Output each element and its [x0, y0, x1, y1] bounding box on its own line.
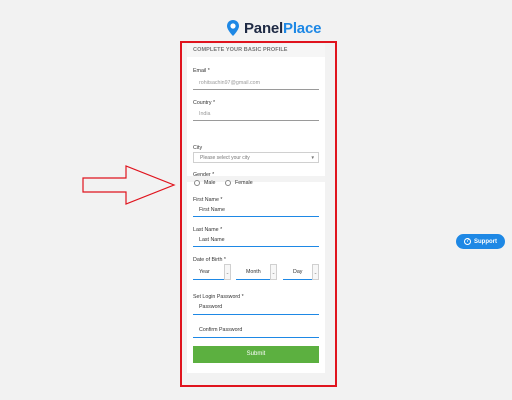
country-label: Country * — [193, 100, 216, 106]
email-underline — [193, 89, 319, 90]
email-label: Email * — [193, 68, 210, 74]
chevron-down-icon: ⌄ — [224, 264, 231, 280]
dob-month-value: Month — [246, 269, 261, 275]
country-input[interactable]: India — [199, 111, 211, 117]
first-name-label: First Name * — [193, 197, 223, 203]
chevron-down-icon: ▼ — [310, 155, 315, 160]
country-underline — [193, 120, 319, 121]
city-select-value: Please select your city — [200, 155, 250, 161]
logo-text-place: Place — [283, 19, 322, 37]
chevron-down-icon: ⌄ — [270, 264, 277, 280]
gender-radio-female[interactable] — [225, 180, 231, 186]
first-name-underline — [193, 216, 319, 217]
dob-label: Date of Birth * — [193, 257, 226, 263]
logo-text: PanelPlace — [244, 20, 321, 37]
confirm-password-input[interactable]: Confirm Password — [199, 327, 242, 333]
dob-year-value: Year — [199, 269, 210, 275]
password-underline — [193, 314, 319, 315]
help-icon: ? — [464, 238, 471, 245]
first-name-input[interactable]: First Name — [199, 207, 225, 213]
logo-text-panel: Panel — [244, 19, 284, 37]
gender-option-female: Female — [235, 180, 253, 186]
location-pin-icon — [227, 20, 239, 36]
form-header: COMPLETE YOUR BASIC PROFILE — [187, 44, 325, 57]
city-label: City — [193, 145, 203, 151]
submit-button[interactable]: Submit — [193, 346, 319, 363]
panelplace-logo[interactable]: PanelPlace — [226, 18, 321, 38]
support-button[interactable]: ? Support — [456, 234, 505, 249]
gender-option-male: Male — [204, 180, 216, 186]
last-name-underline — [193, 246, 319, 247]
password-label: Set Login Password * — [193, 294, 244, 300]
gender-label: Gender * — [193, 172, 215, 178]
dob-day-value: Day — [293, 269, 303, 275]
last-name-label: Last Name * — [193, 227, 223, 233]
email-input[interactable]: rohitsachin97@gmail.com — [199, 80, 260, 86]
last-name-input[interactable]: Last Name — [199, 237, 225, 243]
city-select[interactable]: Please select your city ▼ — [193, 152, 319, 163]
support-label: Support — [474, 238, 497, 245]
chevron-down-icon: ⌄ — [312, 264, 319, 280]
confirm-password-underline — [193, 337, 319, 338]
password-input[interactable]: Password — [199, 304, 222, 310]
gender-radio-male[interactable] — [194, 180, 200, 186]
annotation-arrow-icon — [82, 165, 176, 205]
